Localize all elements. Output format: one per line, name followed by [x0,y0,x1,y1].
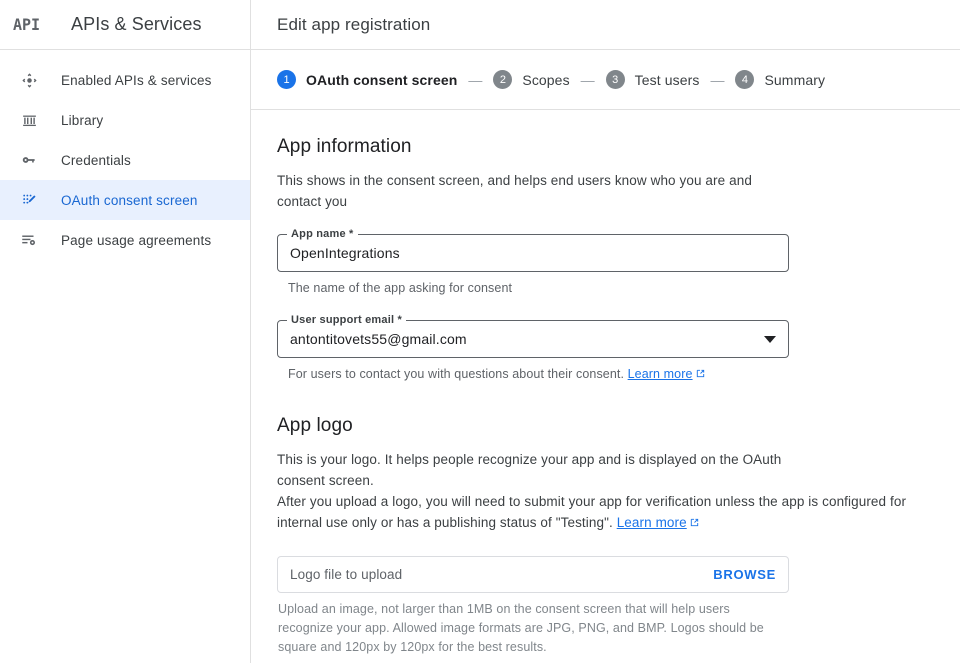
sidebar-item-label: Page usage agreements [61,232,212,248]
oauth-consent-icon [16,190,42,210]
step-number: 2 [493,70,513,89]
app-information-heading: App information [277,136,412,157]
step-separator: — [468,71,483,88]
step-separator: — [580,71,595,88]
step-label: OAuth consent screen [306,71,458,88]
step-separator: — [710,71,725,88]
support-email-field-wrap: User support email * For users to contac… [277,314,789,385]
browse-button[interactable]: BROWSE [713,567,776,582]
step-number: 1 [277,70,296,89]
step-label: Test users [634,71,700,88]
support-email-learn-more-link[interactable]: Learn more [628,367,693,381]
step-number: 4 [735,70,755,89]
wizard-stepper: 1 OAuth consent screen — 2 Scopes — 3 Te… [251,50,960,110]
step-test-users[interactable]: 3 Test users [605,70,700,89]
api-logo-icon: API [13,15,41,34]
page-header: Edit app registration [251,0,960,50]
app-logo-description-2-text: After you upload a logo, you will need t… [277,494,907,530]
key-icon [16,150,42,170]
app-name-field-wrap: App name * The name of the app asking fo… [277,228,789,298]
app-name-label: App name * [287,228,358,240]
step-oauth-consent-screen[interactable]: 1 OAuth consent screen [277,70,457,89]
chevron-down-icon[interactable] [764,335,776,343]
support-email-helper-text: For users to contact you with questions … [277,365,777,385]
sidebar-item-library[interactable]: Library [0,100,250,140]
logo-upload-helper-text: Upload an image, not larger than 1MB on … [278,602,764,654]
support-email-helper-label: For users to contact you with questions … [288,367,625,381]
support-email-field[interactable]: User support email * [277,314,789,358]
logo-upload-field[interactable]: Logo file to upload BROWSE [277,556,789,593]
step-number: 3 [605,70,625,89]
external-link-icon [695,366,706,385]
app-logo-description-1: This is your logo. It helps people recog… [277,452,782,488]
sidebar: API APIs & Services Enabled APIs & servi… [0,0,251,663]
sidebar-item-oauth-consent-screen[interactable]: OAuth consent screen [0,180,250,220]
api-dashboard-icon [16,70,42,90]
sidebar-item-label: OAuth consent screen [61,192,198,208]
support-email-select-value[interactable] [290,331,756,347]
step-label: Summary [764,71,826,88]
page-usage-agreements-icon [16,230,42,250]
sidebar-item-credentials[interactable]: Credentials [0,140,250,180]
app-name-input[interactable] [290,245,776,261]
app-information-description: This shows in the consent screen, and he… [277,173,752,209]
external-link-icon [689,513,700,534]
sidebar-nav: Enabled APIs & services Library Credenti… [0,50,250,260]
app-logo-learn-more-link[interactable]: Learn more [617,515,687,530]
sidebar-item-label: Library [61,112,104,128]
app-name-helper-text: The name of the app asking for consent [288,281,513,295]
app-logo-description-2: After you upload a logo, you will need t… [277,494,906,530]
step-scopes[interactable]: 2 Scopes [493,70,570,89]
library-icon [16,110,42,130]
sidebar-item-page-usage-agreements[interactable]: Page usage agreements [0,220,250,260]
support-email-label: User support email * [287,314,406,326]
logo-upload-placeholder: Logo file to upload [290,567,403,582]
sidebar-item-enabled-apis[interactable]: Enabled APIs & services [0,60,250,100]
sidebar-item-label: Credentials [61,152,131,168]
step-label: Scopes [522,71,570,88]
app-root: API APIs & Services Enabled APIs & servi… [0,0,960,663]
main-content: Edit app registration 1 OAuth consent sc… [251,0,960,663]
app-name-field[interactable]: App name * [277,228,789,272]
page-title: Edit app registration [277,14,431,34]
brand-title: APIs & Services [71,14,202,34]
sidebar-brand: API APIs & Services [0,0,250,50]
form-content: App information This shows in the consen… [251,110,960,657]
step-summary[interactable]: 4 Summary [735,70,825,89]
app-logo-section: App logo This is your logo. It helps peo… [277,415,934,657]
sidebar-item-label: Enabled APIs & services [61,72,212,88]
app-logo-heading: App logo [277,415,353,436]
